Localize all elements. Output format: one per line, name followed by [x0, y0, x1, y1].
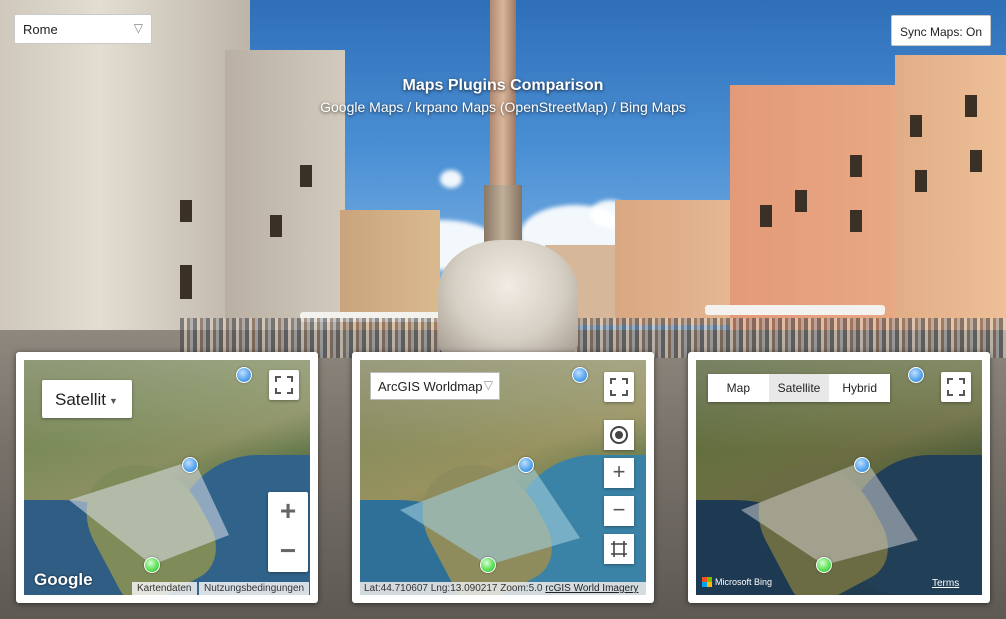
- blue-marker-icon[interactable]: [854, 457, 870, 473]
- bing-logo-text: Microsoft Bing: [715, 577, 773, 587]
- blue-marker-icon[interactable]: [908, 367, 924, 383]
- bing-map[interactable]: Map Satellite Hybrid Microsoft Bing Term…: [696, 360, 982, 595]
- microsoft-logo-icon: [702, 577, 712, 587]
- locate-button[interactable]: [604, 420, 634, 450]
- window: [970, 150, 982, 172]
- awning: [705, 305, 885, 315]
- map-type-hybrid[interactable]: Hybrid: [829, 374, 890, 402]
- blue-marker-icon[interactable]: [572, 367, 588, 383]
- terms-link[interactable]: Nutzungsbedingungen: [199, 582, 310, 595]
- zoom-out-button[interactable]: −: [268, 532, 308, 572]
- chevron-down-icon: ▽: [133, 21, 143, 35]
- window: [910, 115, 922, 137]
- zoom-control: + −: [268, 492, 308, 572]
- obelisk-base: [484, 185, 522, 245]
- blue-marker-icon[interactable]: [236, 367, 252, 383]
- zoom-in-button[interactable]: +: [268, 492, 308, 532]
- fullscreen-button[interactable]: [604, 372, 634, 402]
- window: [300, 165, 312, 187]
- google-map[interactable]: Satellit ▼ + − Google Kartendaten Nutzung…: [24, 360, 310, 595]
- city-select[interactable]: Rome ▽: [14, 14, 152, 44]
- window: [915, 170, 927, 192]
- fullscreen-icon: [947, 378, 965, 396]
- attribution-link[interactable]: rcGIS World Imagery: [545, 583, 638, 594]
- sync-maps-button[interactable]: Sync Maps: On: [891, 15, 991, 46]
- fullscreen-button[interactable]: [269, 370, 299, 400]
- fullscreen-icon: [610, 378, 628, 396]
- window: [180, 200, 192, 222]
- window: [760, 205, 772, 227]
- window: [270, 215, 282, 237]
- page-subtitle: Google Maps / krpano Maps (OpenStreetMap…: [320, 99, 686, 115]
- krpano-map-panel: ArcGIS Worldmap ▽ + − Lat:44.710607 Lng:…: [352, 352, 654, 603]
- locate-icon: [610, 426, 628, 444]
- map-type-switcher: Map Satellite Hybrid: [708, 374, 890, 402]
- window: [850, 210, 862, 232]
- bing-map-panel: Map Satellite Hybrid Microsoft Bing Term…: [688, 352, 990, 603]
- window: [850, 155, 862, 177]
- caret-down-icon: ▼: [109, 395, 118, 406]
- window: [180, 265, 192, 299]
- zoom-out-button[interactable]: −: [604, 496, 634, 526]
- green-marker-icon[interactable]: [816, 557, 832, 573]
- map-data-link[interactable]: Kartendaten: [132, 582, 197, 595]
- fit-bounds-button[interactable]: [604, 534, 634, 564]
- bing-logo: Microsoft Bing: [702, 577, 772, 587]
- page-title: Maps Plugins Comparison: [402, 77, 604, 94]
- terms-link[interactable]: Terms: [932, 578, 959, 589]
- google-map-panel: Satellit ▼ + − Google Kartendaten Nutzung…: [16, 352, 318, 603]
- building-left: [0, 0, 250, 345]
- coordinates-status: Lat:44.710607 Lng:13.090217 Zoom:5.0 rcG…: [360, 582, 646, 595]
- map-type-map[interactable]: Map: [708, 374, 769, 402]
- green-marker-icon[interactable]: [480, 557, 496, 573]
- cloud: [440, 170, 462, 188]
- krpano-map[interactable]: ArcGIS Worldmap ▽ + − Lat:44.710607 Lng:…: [360, 360, 646, 595]
- window: [795, 190, 807, 212]
- chevron-down-icon: ▽: [483, 378, 493, 392]
- coordinates-readout: Lat:44.710607 Lng:13.090217 Zoom:5.0: [364, 583, 543, 594]
- city-select-value: Rome: [23, 22, 58, 37]
- building-right-4: [895, 55, 1006, 345]
- zoom-in-button[interactable]: +: [604, 458, 634, 488]
- blue-marker-icon[interactable]: [518, 457, 534, 473]
- layer-select-value: ArcGIS Worldmap: [378, 379, 483, 394]
- green-marker-icon[interactable]: [144, 557, 160, 573]
- fullscreen-icon: [275, 376, 293, 394]
- google-logo: Google: [34, 570, 93, 589]
- fullscreen-button[interactable]: [941, 372, 971, 402]
- map-type-label: Satellit: [55, 390, 107, 409]
- fountain: [438, 240, 578, 355]
- layer-select[interactable]: ArcGIS Worldmap ▽: [370, 372, 500, 400]
- blue-marker-icon[interactable]: [182, 457, 198, 473]
- window: [965, 95, 977, 117]
- map-type-dropdown[interactable]: Satellit ▼: [42, 380, 132, 418]
- map-type-satellite[interactable]: Satellite: [768, 374, 830, 402]
- fit-bounds-icon: [611, 541, 627, 557]
